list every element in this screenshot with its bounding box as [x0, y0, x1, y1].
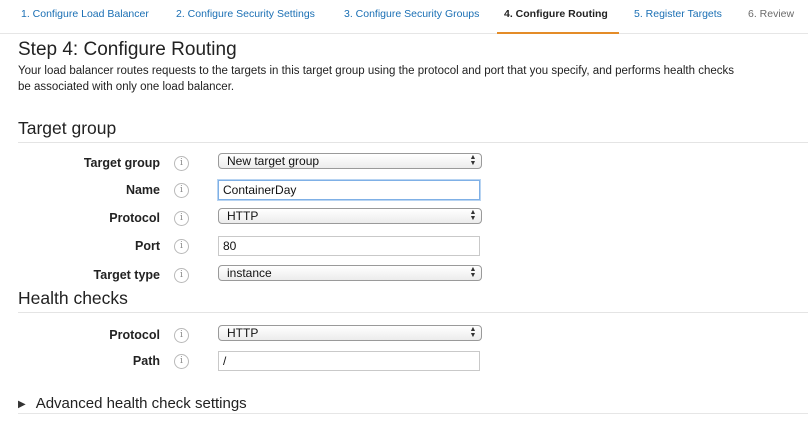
target-type-select[interactable]: instance ▲ ▼	[218, 265, 482, 281]
info-icon[interactable]: i	[174, 183, 189, 198]
health-protocol-select[interactable]: HTTP ▲ ▼	[218, 325, 482, 341]
health-protocol-select-value: HTTP	[227, 326, 259, 340]
info-icon[interactable]: i	[174, 354, 189, 369]
intro-line-2: be associated with only one load balance…	[18, 81, 235, 93]
section-divider	[18, 312, 808, 313]
active-step-indicator	[497, 32, 619, 34]
select-arrows-icon: ▲ ▼	[469, 326, 477, 339]
step-tab-5[interactable]: 5. Register Targets	[634, 8, 722, 20]
advanced-health-check-toggle[interactable]: ▶ Advanced health check settings	[18, 395, 247, 413]
step-tab-2[interactable]: 2. Configure Security Settings	[176, 8, 315, 20]
target-group-section-title: Target group	[18, 118, 117, 138]
caret-right-icon: ▶	[18, 399, 26, 410]
name-input-value: ContainerDay	[223, 183, 297, 197]
target-type-label: Target type	[93, 268, 160, 282]
select-arrows-icon: ▲ ▼	[469, 209, 477, 222]
protocol-select[interactable]: HTTP ▲ ▼	[218, 208, 482, 224]
target-group-row: Target group i New target group ▲ ▼	[0, 153, 808, 175]
info-icon[interactable]: i	[174, 328, 189, 343]
info-icon[interactable]: i	[174, 268, 189, 283]
page-intro: Your load balancer routes requests to th…	[18, 63, 804, 95]
page-title: Step 4: Configure Routing	[18, 39, 237, 60]
select-arrows-icon: ▲ ▼	[469, 266, 477, 279]
health-checks-section-title: Health checks	[18, 288, 128, 308]
name-row: Name i ContainerDay	[0, 180, 808, 202]
health-path-input-value: /	[223, 354, 227, 368]
name-input[interactable]: ContainerDay	[218, 180, 480, 200]
info-icon[interactable]: i	[174, 211, 189, 226]
info-icon[interactable]: i	[174, 156, 189, 171]
health-path-input[interactable]: /	[218, 351, 480, 371]
intro-line-1: Your load balancer routes requests to th…	[18, 65, 734, 77]
target-group-label: Target group	[83, 156, 160, 170]
info-icon[interactable]: i	[174, 239, 189, 254]
health-path-row: Path i /	[0, 351, 808, 373]
port-input[interactable]: 80	[218, 236, 480, 256]
target-type-row: Target type i instance ▲ ▼	[0, 265, 808, 287]
protocol-row: Protocol i HTTP ▲ ▼	[0, 208, 808, 230]
target-group-select[interactable]: New target group ▲ ▼	[218, 153, 482, 169]
step-tab-6: 6. Review	[748, 8, 795, 20]
step-tab-3[interactable]: 3. Configure Security Groups	[344, 8, 479, 20]
port-input-value: 80	[223, 239, 237, 253]
target-type-select-value: instance	[227, 266, 272, 280]
step-tab-1[interactable]: 1. Configure Load Balancer	[21, 8, 149, 20]
health-protocol-label: Protocol	[109, 328, 160, 342]
protocol-select-value: HTTP	[227, 209, 259, 223]
step-tab-4[interactable]: 4. Configure Routing	[504, 8, 608, 20]
advanced-health-check-label: Advanced health check settings	[35, 395, 247, 412]
tabs-divider	[0, 33, 808, 34]
port-row: Port i 80	[0, 236, 808, 258]
health-path-label: Path	[132, 354, 160, 368]
health-protocol-row: Protocol i HTTP ▲ ▼	[0, 325, 808, 347]
name-label: Name	[125, 183, 160, 197]
port-label: Port	[135, 239, 160, 253]
section-divider	[18, 142, 808, 143]
wizard-steps: 1. Configure Load Balancer 2. Configure …	[0, 0, 808, 40]
target-group-select-value: New target group	[227, 154, 320, 168]
select-arrows-icon: ▲ ▼	[469, 154, 477, 167]
protocol-label: Protocol	[109, 211, 160, 225]
bottom-divider	[18, 413, 808, 414]
